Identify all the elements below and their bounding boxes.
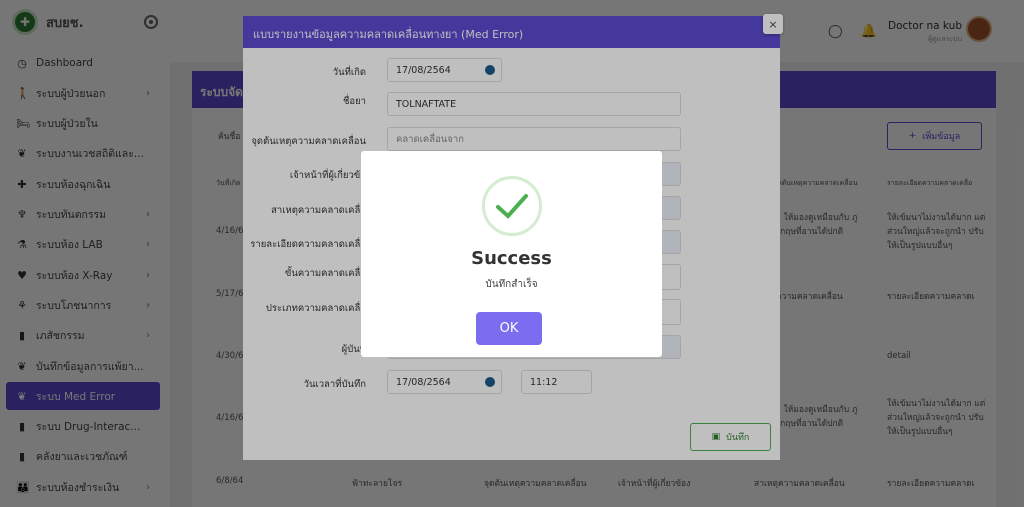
ok-button[interactable]: OK <box>476 312 542 345</box>
success-dialog: Success บันทึกสำเร็จ OK <box>361 151 662 357</box>
success-title: Success <box>471 248 552 269</box>
success-check-icon <box>482 176 542 236</box>
success-message: บันทึกสำเร็จ <box>485 279 538 290</box>
